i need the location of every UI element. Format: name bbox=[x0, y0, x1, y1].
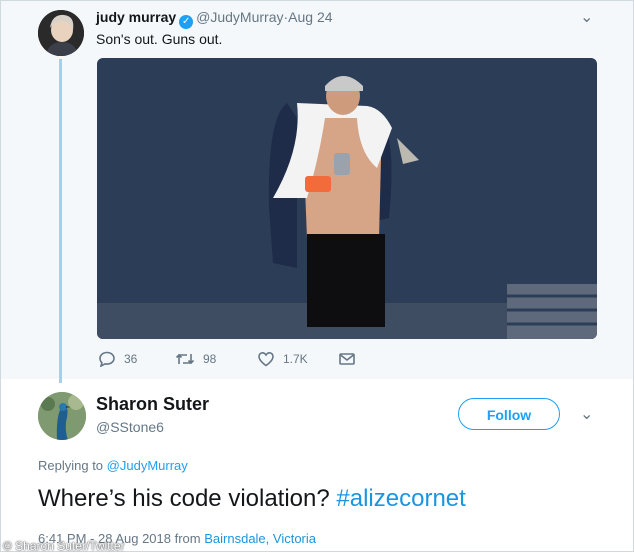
avatar-image bbox=[38, 10, 84, 56]
tweet-date[interactable]: ·Aug 24 bbox=[283, 9, 332, 25]
reply-text-body: Where’s his code violation? bbox=[38, 485, 330, 512]
reply-action[interactable]: 36 bbox=[98, 351, 137, 367]
location-link[interactable]: Bairnsdale, Victoria bbox=[204, 531, 316, 546]
chevron-down-icon[interactable]: ⌄ bbox=[580, 404, 593, 424]
photo-credit-watermark: © Sharon Suter/Twitter bbox=[3, 539, 125, 553]
tweet-photo[interactable] bbox=[97, 58, 597, 339]
heart-icon bbox=[258, 351, 274, 367]
like-count: 1.7K bbox=[283, 352, 308, 366]
tennis-player-photo bbox=[97, 58, 597, 339]
replying-to-handle-link[interactable]: @JudyMurray bbox=[107, 458, 188, 473]
reply-tweet-text: Where’s his code violation? #alizecornet bbox=[38, 485, 466, 513]
original-tweet[interactable]: judy murray ✓ @JudyMurray·Aug 24 ⌄ Son's o… bbox=[1, 1, 633, 383]
reply-count: 36 bbox=[124, 352, 138, 366]
follow-button[interactable]: Follow bbox=[458, 398, 560, 430]
chevron-down-icon[interactable]: ⌄ bbox=[580, 7, 593, 27]
peacock-avatar-image bbox=[38, 392, 86, 440]
direct-message-action[interactable] bbox=[338, 351, 356, 367]
tweet-embed-frame: judy murray ✓ @JudyMurray·Aug 24 ⌄ Son's o… bbox=[0, 0, 634, 553]
thread-connector-line bbox=[59, 59, 62, 383]
original-tweet-header: judy murray ✓ @JudyMurray·Aug 24 bbox=[96, 9, 333, 29]
hashtag-link[interactable]: #alizecornet bbox=[336, 485, 465, 512]
like-action[interactable]: 1.7K bbox=[257, 351, 308, 367]
envelope-icon bbox=[339, 353, 355, 365]
avatar-judy-murray[interactable] bbox=[38, 10, 84, 56]
retweet-action[interactable]: 98 bbox=[175, 351, 216, 367]
retweet-count: 98 bbox=[203, 352, 217, 366]
tweet-text: Son's out. Guns out. bbox=[96, 31, 223, 47]
user-handle[interactable]: @JudyMurray bbox=[196, 9, 283, 25]
replying-to-label: Replying to bbox=[38, 458, 104, 473]
replying-to-line: Replying to @JudyMurray bbox=[38, 458, 188, 473]
avatar-sharon-suter[interactable] bbox=[38, 392, 86, 440]
verified-badge-icon: ✓ bbox=[179, 15, 194, 29]
display-name[interactable]: judy murray bbox=[96, 9, 176, 25]
reply-display-name[interactable]: Sharon Suter bbox=[96, 394, 209, 415]
reply-icon bbox=[99, 351, 115, 367]
reply-user-handle[interactable]: @SStone6 bbox=[96, 419, 164, 435]
from-label: from bbox=[174, 531, 201, 546]
retweet-icon bbox=[175, 353, 195, 365]
